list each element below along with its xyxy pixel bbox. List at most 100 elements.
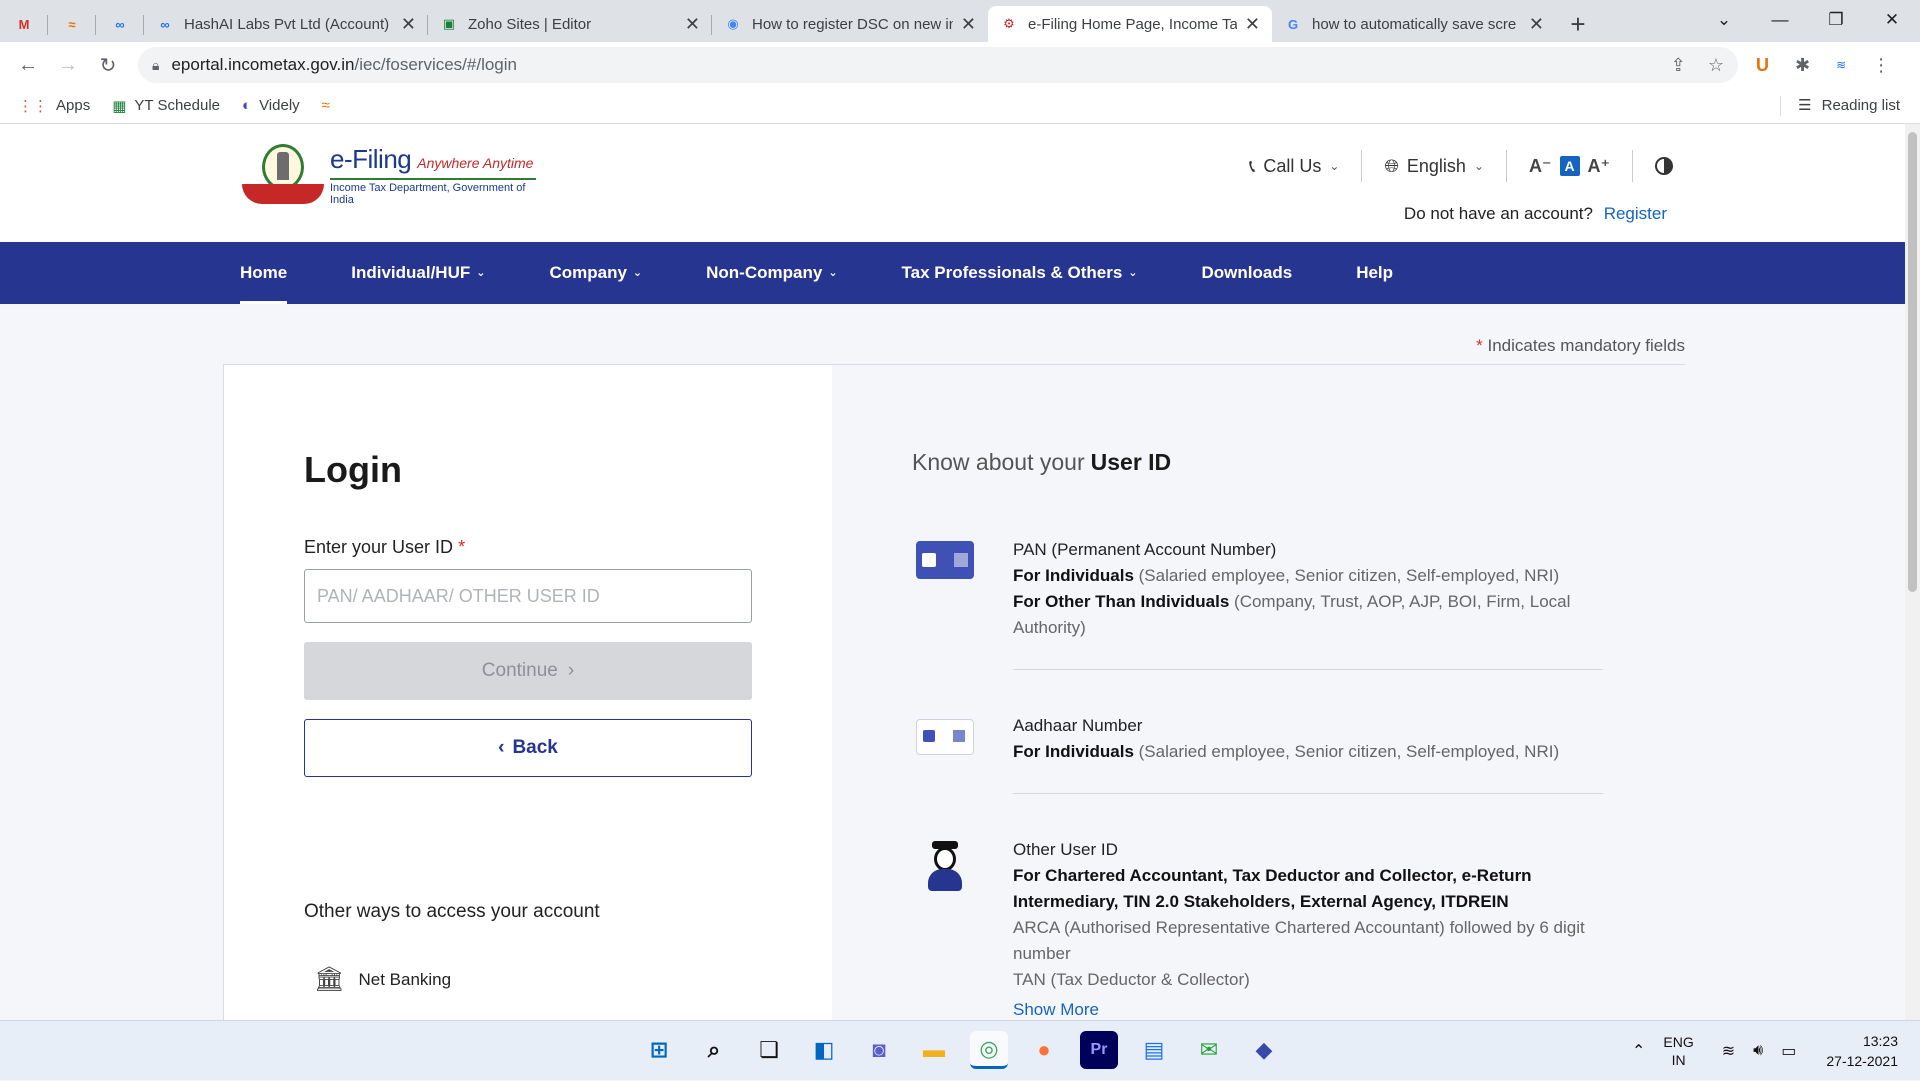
- user-id-input[interactable]: [304, 569, 752, 623]
- wifi-icon[interactable]: ≋: [1722, 1041, 1735, 1061]
- videly-icon: ◐: [242, 97, 252, 114]
- apps-grid-icon: ⋮⋮: [18, 97, 48, 115]
- file-explorer-icon[interactable]: ▬: [915, 1031, 953, 1069]
- bookmark-videly[interactable]: ◐ Videly: [242, 97, 300, 114]
- back-arrow-icon[interactable]: ←: [8, 54, 48, 77]
- know-title-strong: User ID: [1090, 449, 1172, 475]
- firefox-icon[interactable]: ●: [1025, 1031, 1063, 1069]
- tab-title: Zoho Sites | Editor: [468, 15, 592, 33]
- battery-icon[interactable]: ▭: [1781, 1041, 1796, 1061]
- messages-icon[interactable]: ✉: [1190, 1031, 1228, 1069]
- tab-dsc[interactable]: ◉ How to register DSC on new in ✕: [712, 6, 988, 42]
- tab-efiling[interactable]: ⚙ e-Filing Home Page, Income Ta ✕: [988, 6, 1272, 42]
- font-decrease-button[interactable]: A⁻: [1529, 156, 1552, 177]
- pan-heading: PAN (Permanent Account Number): [1013, 540, 1277, 559]
- reload-icon[interactable]: ↻: [88, 53, 128, 78]
- volume-icon[interactable]: 🔊︎: [1753, 1042, 1763, 1060]
- tab-google[interactable]: G how to automatically save scre ✕: [1272, 6, 1556, 42]
- start-windows-icon[interactable]: ⊞: [640, 1031, 678, 1069]
- ublock-extension-icon[interactable]: U: [1756, 55, 1769, 76]
- menu-kebab-icon[interactable]: ⋮: [1872, 55, 1890, 76]
- continue-label: Continue: [481, 660, 558, 681]
- back-button[interactable]: ‹ Back: [304, 719, 752, 777]
- sheet-icon: ▦: [112, 97, 127, 115]
- no-account-text: Do not have an account?: [1403, 204, 1593, 223]
- teams-chat-icon[interactable]: ◙: [860, 1031, 898, 1069]
- premiere-pro-icon[interactable]: Pr: [1080, 1031, 1118, 1069]
- tab-zoho[interactable]: ▣ Zoho Sites | Editor ✕: [428, 6, 712, 42]
- other-user-id-roles: For Chartered Accountant, Tax Deductor a…: [1013, 866, 1532, 911]
- chevron-up-icon[interactable]: ⌃: [1632, 1041, 1645, 1061]
- lock-icon[interactable]: 🔒︎: [152, 57, 159, 74]
- page-scrollbar[interactable]: [1905, 124, 1920, 1020]
- divider: [1013, 669, 1603, 670]
- bookmark-yt-schedule[interactable]: ▦ YT Schedule: [112, 97, 220, 115]
- required-asterisk: *: [1476, 336, 1483, 355]
- font-increase-button[interactable]: A⁺: [1588, 156, 1611, 177]
- register-link[interactable]: Register: [1604, 204, 1667, 223]
- close-window-icon[interactable]: ✕: [1864, 0, 1920, 40]
- reading-list[interactable]: ☰ Reading list: [1780, 96, 1900, 116]
- logo-title: e-Filing: [330, 144, 412, 174]
- forward-arrow-icon[interactable]: →: [48, 54, 88, 77]
- task-view-icon[interactable]: ❏: [750, 1031, 788, 1069]
- net-banking-option[interactable]: 🏛︎ Net Banking: [314, 965, 451, 994]
- new-tab-button[interactable]: +: [1556, 6, 1600, 42]
- language-dropdown[interactable]: 🌐︎ English ⌄: [1362, 156, 1506, 177]
- efiling-logo[interactable]: e-Filing Anywhere Anytime Income Tax Dep…: [242, 144, 536, 208]
- extension-icon: ≈: [321, 97, 330, 114]
- nav-company[interactable]: Company ⌄: [549, 242, 642, 304]
- search-icon[interactable]: ⌕: [695, 1031, 733, 1069]
- minimize-icon[interactable]: —: [1752, 0, 1808, 40]
- know-title-prefix: Know about your: [912, 449, 1085, 475]
- bank-icon: 🏛︎: [314, 966, 345, 993]
- nav-downloads[interactable]: Downloads: [1202, 242, 1293, 304]
- language-label: English: [1406, 155, 1466, 176]
- restore-icon[interactable]: ❐: [1808, 0, 1864, 40]
- nav-tax-professionals[interactable]: Tax Professionals & Others ⌄: [902, 242, 1138, 304]
- emblem-icon: [242, 144, 328, 208]
- share-icon[interactable]: ⇪: [1671, 55, 1686, 76]
- call-us-dropdown[interactable]: 📞︎ Call Us ⌄: [1227, 156, 1361, 177]
- nav-help[interactable]: Help: [1356, 242, 1393, 304]
- nav-label: Home: [240, 263, 288, 282]
- clock[interactable]: 13:23 27-12-2021: [1826, 1031, 1898, 1071]
- nav-home[interactable]: Home: [240, 242, 288, 304]
- app-icon[interactable]: ◆: [1245, 1031, 1283, 1069]
- aadhaar-heading: Aadhaar Number: [1013, 716, 1143, 735]
- nav-non-company[interactable]: Non-Company ⌄: [706, 242, 837, 304]
- widgets-icon[interactable]: ◧: [805, 1031, 843, 1069]
- language-indicator[interactable]: ENG IN: [1663, 1033, 1693, 1069]
- show-more-link[interactable]: Show More: [1013, 997, 1603, 1020]
- tab-search-icon[interactable]: ⌄: [1696, 0, 1752, 40]
- continue-button[interactable]: Continue ›: [304, 642, 752, 700]
- tab-gmail[interactable]: M: [0, 6, 48, 42]
- phone-icon: 📞︎: [1249, 155, 1256, 176]
- puzzle-extensions-icon[interactable]: ✱: [1795, 55, 1810, 76]
- close-tab-icon[interactable]: ✕: [961, 14, 976, 35]
- address-toolbar: ← → ↻ 🔒︎ eportal.incometax.gov.in/iec/fo…: [0, 42, 1920, 88]
- url-bar[interactable]: 🔒︎ eportal.incometax.gov.in/iec/foservic…: [138, 47, 1738, 83]
- close-tab-icon[interactable]: ✕: [401, 14, 416, 35]
- close-tab-icon[interactable]: ✕: [1529, 14, 1544, 35]
- chevron-down-icon: ⌄: [828, 267, 838, 279]
- contrast-icon: [1655, 157, 1673, 175]
- chevron-down-icon: ⌄: [1473, 159, 1484, 173]
- tab-hashai[interactable]: ∞ HashAI Labs Pvt Ltd (Account) ✕: [144, 6, 428, 42]
- nav-individual-huf[interactable]: Individual/HUF ⌄: [351, 242, 485, 304]
- tab-pinned-2[interactable]: ≈: [48, 6, 96, 42]
- bookmark-star-icon[interactable]: ☆: [1708, 55, 1724, 76]
- font-default-button[interactable]: A: [1559, 156, 1580, 176]
- contrast-toggle[interactable]: [1633, 157, 1695, 175]
- bookmark-extension[interactable]: ≈: [322, 97, 338, 114]
- zoom-extension-icon[interactable]: ≋: [1836, 58, 1846, 72]
- close-tab-icon[interactable]: ✕: [685, 14, 700, 35]
- close-tab-icon[interactable]: ✕: [1245, 14, 1260, 35]
- scrollbar-thumb[interactable]: [1908, 132, 1917, 592]
- pan-individuals-label: For Individuals: [1013, 566, 1134, 585]
- tab-pinned-3[interactable]: ∞: [96, 6, 144, 42]
- bookmark-apps[interactable]: ⋮⋮ Apps: [18, 97, 90, 115]
- task-manager-icon[interactable]: ▤: [1135, 1031, 1173, 1069]
- register-prompt: Do not have an account? Register: [1404, 204, 1667, 224]
- chrome-icon[interactable]: ◎: [970, 1031, 1008, 1069]
